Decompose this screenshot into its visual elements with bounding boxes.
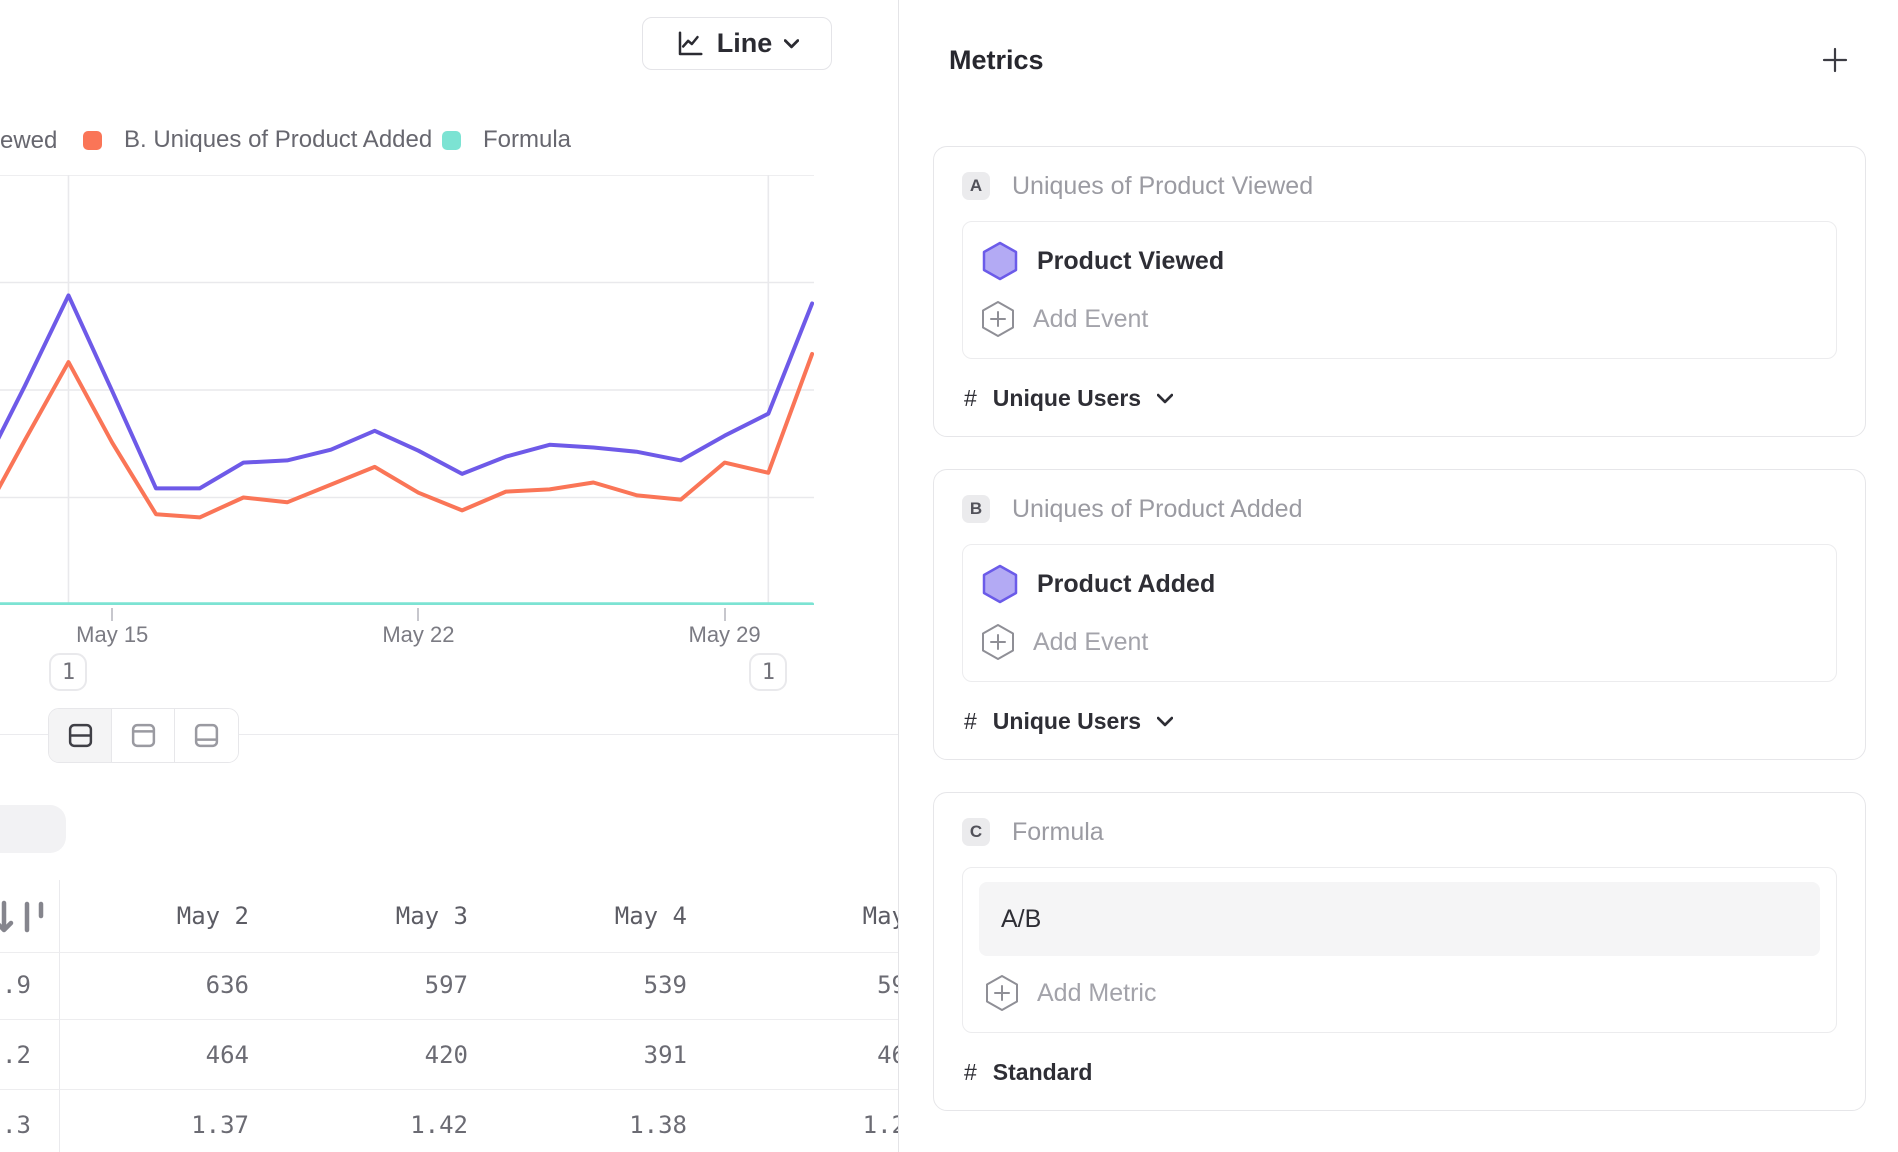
column-header[interactable]: May 3 <box>279 880 498 953</box>
legend-item-truncated[interactable]: ewed <box>0 127 57 155</box>
table-cell: 1.2 <box>717 1090 898 1152</box>
event-name: Product Added <box>1037 570 1215 599</box>
event-hexagon-icon <box>981 564 1019 604</box>
row-label: .2 <box>0 1020 60 1090</box>
measure-row[interactable]: # Standard <box>962 1059 1837 1086</box>
row-label: .9 <box>0 950 60 1020</box>
line-chart-svg <box>0 175 814 605</box>
measure-label: Standard <box>993 1059 1093 1086</box>
chart-type-dropdown[interactable]: Line <box>642 17 832 70</box>
split-rows-icon <box>67 722 94 749</box>
add-event-row[interactable]: Add Event <box>981 613 1818 671</box>
add-metric-row[interactable]: Add Metric <box>979 964 1820 1022</box>
hash-icon: # <box>964 1059 977 1086</box>
metrics-panel-title: Metrics <box>949 45 1044 76</box>
event-name: Product Viewed <box>1037 247 1224 276</box>
event-subcard: Product Added Add Event <box>962 544 1837 682</box>
formula-input[interactable]: A/B <box>979 882 1820 956</box>
column-header[interactable]: May <box>717 880 898 953</box>
add-event-row[interactable]: Add Event <box>981 290 1818 348</box>
axis-tick-label: May 29 <box>689 622 761 648</box>
column-header[interactable]: May 2 <box>60 880 279 953</box>
formula-subcard: A/B Add Metric <box>962 867 1837 1033</box>
row-label: .3 <box>0 1090 60 1152</box>
chevron-down-icon <box>1157 716 1173 727</box>
add-metric-hexagon-plus-icon <box>985 974 1019 1012</box>
chart-type-label: Line <box>717 28 773 59</box>
metric-card-a: A Uniques of Product Viewed Product View… <box>933 146 1866 437</box>
chevron-down-icon <box>1157 393 1173 404</box>
chart-legend: ewed B. Uniques of Product Added Formula <box>0 126 898 154</box>
add-event-hexagon-plus-icon <box>981 300 1015 338</box>
metric-card-title: Formula <box>1012 818 1104 847</box>
legend-color-chip <box>442 131 461 150</box>
metric-card-c: C Formula A/B Add Metric # Standard <box>933 792 1866 1111</box>
bottom-bar-icon <box>193 722 220 749</box>
chevron-down-icon <box>784 39 799 49</box>
axis-tick-label: May 15 <box>76 622 148 648</box>
metrics-panel: Metrics A Uniques of Product Viewed Prod… <box>898 0 1898 1152</box>
table-cell: 539 <box>498 950 717 1020</box>
legend-item[interactable]: Formula <box>442 126 571 154</box>
top-bar-icon <box>130 722 157 749</box>
metric-card-title: Uniques of Product Added <box>1012 495 1302 524</box>
chart-section: Line ewed B. Uniques of Product Added Fo… <box>0 0 898 1152</box>
table-cell: 597 <box>279 950 498 1020</box>
event-subcard: Product Viewed Add Event <box>962 221 1837 359</box>
legend-item-label: Formula <box>483 126 571 154</box>
axis-tick <box>111 608 113 621</box>
axis-tick <box>417 608 419 621</box>
table-cell: 1.42 <box>279 1090 498 1152</box>
event-row[interactable]: Product Viewed <box>981 232 1818 290</box>
data-table: May 2 May 3 May 4 May .9 636 597 539 59 … <box>0 880 898 1152</box>
measure-label: Unique Users <box>993 385 1141 412</box>
x-axis: May 15 May 22 May 29 1 1 <box>0 605 814 705</box>
plus-icon <box>1820 45 1850 75</box>
axis-tick <box>724 608 726 621</box>
table-cell: 46 <box>717 1020 898 1090</box>
metric-letter-badge: B <box>962 495 990 523</box>
legend-item[interactable]: B. Uniques of Product Added <box>83 126 432 154</box>
layout-toggle-group <box>48 708 239 763</box>
event-hexagon-icon <box>981 241 1019 281</box>
hash-icon: # <box>964 708 977 735</box>
table-cell: 59 <box>717 950 898 1020</box>
axis-tick-label: May 22 <box>382 622 454 648</box>
event-row[interactable]: Product Added <box>981 555 1818 613</box>
table-cell: 420 <box>279 1020 498 1090</box>
sort-column-header[interactable] <box>0 880 60 953</box>
measure-dropdown[interactable]: # Unique Users <box>962 708 1837 735</box>
measure-label: Unique Users <box>993 708 1141 735</box>
add-event-label: Add Event <box>1033 628 1148 657</box>
annotation-badge[interactable]: 1 <box>749 653 787 691</box>
metric-card-b: B Uniques of Product Added Product Added… <box>933 469 1866 760</box>
hash-icon: # <box>964 385 977 412</box>
legend-item-label: B. Uniques of Product Added <box>124 126 432 154</box>
layout-table-only-button[interactable] <box>175 709 238 762</box>
metric-card-title: Uniques of Product Viewed <box>1012 172 1313 201</box>
add-event-label: Add Event <box>1033 305 1148 334</box>
add-metric-plus-button[interactable] <box>1820 45 1850 75</box>
metric-letter-badge: A <box>962 172 990 200</box>
add-metric-label: Add Metric <box>1037 979 1156 1008</box>
column-header[interactable]: May 4 <box>498 880 717 953</box>
layout-chart-only-button[interactable] <box>112 709 175 762</box>
table-cell: 464 <box>60 1020 279 1090</box>
table-filter-pill[interactable] <box>0 805 66 853</box>
measure-dropdown[interactable]: # Unique Users <box>962 385 1837 412</box>
add-event-hexagon-plus-icon <box>981 623 1015 661</box>
annotation-badge[interactable]: 1 <box>49 653 87 691</box>
table-cell: 1.38 <box>498 1090 717 1152</box>
legend-color-chip <box>83 131 102 150</box>
table-cell: 1.37 <box>60 1090 279 1152</box>
table-cell: 636 <box>60 950 279 1020</box>
layout-split-button[interactable] <box>49 709 112 762</box>
line-chart-plot <box>0 175 814 605</box>
metric-letter-badge: C <box>962 818 990 846</box>
line-chart-icon <box>675 29 705 59</box>
table-cell: 391 <box>498 1020 717 1090</box>
